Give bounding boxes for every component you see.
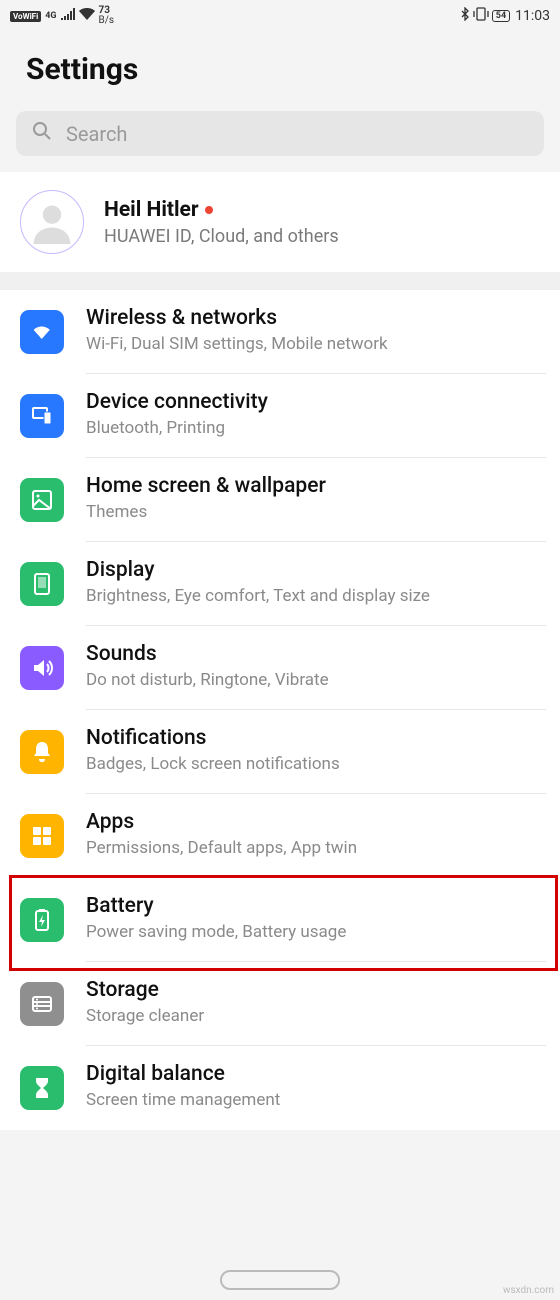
status-bar: VoWiFi 4G 73 B/s 54 11:03 [0,0,560,32]
settings-item-sound[interactable]: Sounds Do not disturb, Ringtone, Vibrate [0,626,560,710]
battery-icon [20,898,64,942]
watermark: wsxdn.com [503,1285,554,1296]
display-icon [20,562,64,606]
item-title: Storage [86,978,546,1002]
settings-item-hourglass[interactable]: Digital balance Screen time management [0,1046,560,1130]
settings-item-battery[interactable]: Battery Power saving mode, Battery usage [0,878,560,962]
item-text: Wireless & networks Wi-Fi, Dual SIM setti… [86,306,546,374]
status-left: VoWiFi 4G 73 B/s [10,6,114,26]
item-subtitle: Brightness, Eye comfort, Text and displa… [86,585,546,607]
item-text: Battery Power saving mode, Battery usage [86,894,546,962]
bell-icon [20,730,64,774]
network-type: 4G [45,11,56,21]
search-placeholder: Search [66,122,127,146]
settings-item-storage[interactable]: Storage Storage cleaner [0,962,560,1046]
vowifi-badge: VoWiFi [10,11,41,22]
network-speed: 73 B/s [99,6,115,26]
settings-item-wifi[interactable]: Wireless & networks Wi-Fi, Dual SIM setti… [0,290,560,374]
item-title: Home screen & wallpaper [86,474,546,498]
item-title: Sounds [86,642,546,666]
item-subtitle: Power saving mode, Battery usage [86,921,546,943]
vibrate-icon [473,7,489,25]
bluetooth-icon [460,7,470,25]
item-subtitle: Themes [86,501,546,523]
item-text: Notifications Badges, Lock screen notific… [86,726,546,794]
item-subtitle: Screen time management [86,1089,546,1111]
hourglass-icon [20,1066,64,1110]
account-row[interactable]: Heil Hitler HUAWEI ID, Cloud, and others [0,172,560,272]
item-title: Wireless & networks [86,306,546,330]
search-container: Search [0,111,560,172]
item-title: Battery [86,894,546,918]
item-subtitle: Badges, Lock screen notifications [86,753,546,775]
wallpaper-icon [20,478,64,522]
section-gap [0,272,560,290]
notification-dot-icon [205,206,213,214]
item-text: Sounds Do not disturb, Ringtone, Vibrate [86,642,546,710]
item-title: Digital balance [86,1062,546,1086]
apps-icon [20,814,64,858]
item-title: Apps [86,810,546,834]
devices-icon [20,394,64,438]
item-text: Apps Permissions, Default apps, App twin [86,810,546,878]
settings-list: Wireless & networks Wi-Fi, Dual SIM setti… [0,290,560,1130]
account-name: Heil Hitler [104,198,199,222]
item-title: Display [86,558,546,582]
item-subtitle: Wi-Fi, Dual SIM settings, Mobile network [86,333,546,355]
item-text: Display Brightness, Eye comfort, Text and… [86,558,546,626]
item-text: Home screen & wallpaper Themes [86,474,546,542]
account-text: Heil Hitler HUAWEI ID, Cloud, and others [104,198,339,247]
item-title: Device connectivity [86,390,546,414]
item-subtitle: Do not disturb, Ringtone, Vibrate [86,669,546,691]
page-title: Settings [0,32,560,111]
item-text: Digital balance Screen time management [86,1062,546,1130]
status-right: 54 11:03 [460,7,550,25]
item-title: Notifications [86,726,546,750]
item-subtitle: Bluetooth, Printing [86,417,546,439]
settings-item-wallpaper[interactable]: Home screen & wallpaper Themes [0,458,560,542]
item-text: Storage Storage cleaner [86,978,546,1046]
avatar [20,190,84,254]
settings-item-devices[interactable]: Device connectivity Bluetooth, Printing [0,374,560,458]
item-text: Device connectivity Bluetooth, Printing [86,390,546,458]
wifi-icon [79,8,95,24]
item-subtitle: Permissions, Default apps, App twin [86,837,546,859]
storage-icon [20,982,64,1026]
settings-item-apps[interactable]: Apps Permissions, Default apps, App twin [0,794,560,878]
gesture-pill[interactable] [220,1270,340,1290]
settings-item-display[interactable]: Display Brightness, Eye comfort, Text and… [0,542,560,626]
account-subtitle: HUAWEI ID, Cloud, and others [104,226,339,247]
wifi-icon [20,310,64,354]
search-icon [32,121,52,146]
settings-item-bell[interactable]: Notifications Badges, Lock screen notific… [0,710,560,794]
item-subtitle: Storage cleaner [86,1005,546,1027]
signal-icon [61,8,75,24]
search-input[interactable]: Search [16,111,544,156]
sound-icon [20,646,64,690]
clock: 11:03 [515,8,550,24]
battery-indicator: 54 [492,10,510,22]
